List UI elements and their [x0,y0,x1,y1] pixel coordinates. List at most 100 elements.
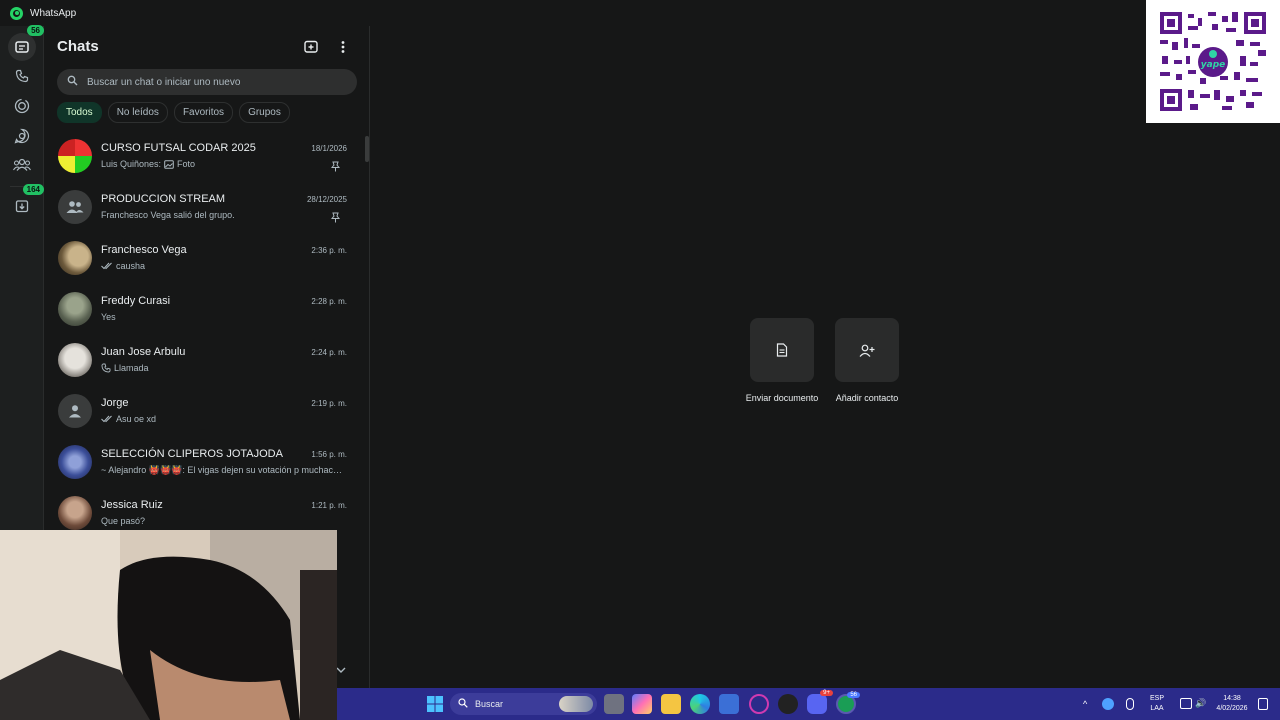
add-contact-button[interactable] [835,318,899,382]
main-panel: Enviar documento Añadir contacto [371,26,1280,688]
chat-sender: Luis Quiñones: [101,159,162,169]
file-explorer-icon[interactable] [661,694,681,714]
clock-date: 4/02/2026 [1216,705,1248,712]
chat-message: Asu oe xd [116,414,157,424]
chat-item[interactable]: Juan Jose Arbulu 2:24 p. m. Llamada [44,336,364,387]
title-bar: WhatsApp [0,0,1280,26]
chat-preview: Franchesco Vega salió del grupo. [101,210,346,220]
tray-chevron-icon[interactable]: ^ [1083,699,1087,709]
language-indicator[interactable]: ESP LAA [1148,694,1166,714]
filter-groups[interactable]: Grupos [239,102,290,123]
clock[interactable]: 14:38 4/02/2026 [1212,694,1252,714]
menu-button[interactable] [334,38,352,56]
window-title: WhatsApp [30,7,77,19]
taskbar-search[interactable]: Buscar [450,693,597,715]
chat-preview: causha [101,261,346,271]
filter-unread[interactable]: No leídos [107,102,168,123]
volume-icon[interactable]: 🔊 [1195,698,1206,708]
chat-message: Foto [177,159,196,169]
avatar [58,496,92,530]
chat-preview: Que pasó? [101,516,346,526]
chat-time: 18/1/2026 [311,144,347,153]
rail-calls-button[interactable] [8,62,36,90]
task-view-icon[interactable] [604,694,624,714]
notifications-icon[interactable] [1258,698,1268,710]
chat-name: SELECCIÓN CLIPEROS JOTAJODA [101,448,283,460]
phone-icon [101,363,111,373]
avatar [58,394,92,428]
whatsapp-taskbar-icon[interactable]: 56 [836,692,860,714]
filter-favorites[interactable]: Favoritos [173,102,234,123]
rail-communities-button[interactable] [8,151,36,179]
avatar [58,190,92,224]
copilot-icon[interactable] [632,694,652,714]
double-check-icon [101,262,112,270]
group-avatar-icon [66,201,84,213]
chat-name: Freddy Curasi [101,295,171,307]
add-contact-label: Añadir contacto [835,393,899,403]
chat-message: Franchesco Vega salió del grupo. [101,210,235,220]
chat-item[interactable]: Freddy Curasi 2:28 p. m. Yes [44,285,364,336]
rail-chats-button[interactable]: 56 [8,25,44,61]
search-input[interactable]: Buscar un chat o iniciar uno nuevo [57,69,357,95]
image-icon [164,159,174,169]
taskbar-search-label: Buscar [475,699,504,709]
chat-name: PRODUCCION STREAM [101,193,226,205]
chats-unread-badge: 56 [27,25,44,36]
windows-taskbar: Buscar 9+ 56 ^ ESP LAA 🔊 14:38 4/02/2026 [337,688,1280,720]
avatar [58,445,92,479]
chats-icon [15,41,29,53]
chat-time: 2:36 p. m. [311,246,347,255]
channels-icon [14,128,30,144]
rail-channels-button[interactable] [8,122,36,150]
edge-icon[interactable] [690,694,710,714]
chat-item[interactable]: Jorge 2:19 p. m. Asu oe xd [44,387,364,438]
whatsapp-badge: 56 [847,692,860,698]
chat-message: Que pasó? [101,516,146,526]
obs-icon[interactable] [778,694,798,714]
chat-item[interactable]: CURSO FUTSAL CODAR 2025 18/1/2026 Luis Q… [44,132,364,183]
avatar [58,292,92,326]
archived-badge: 164 [22,184,44,195]
phone-icon [15,69,29,83]
store-icon[interactable] [719,694,739,714]
app-icon[interactable] [749,694,769,714]
chat-time: 1:21 p. m. [311,501,347,510]
chat-preview: Asu oe xd [101,414,346,424]
qr-code-icon: yape [1160,12,1266,111]
chat-list-scrollbar[interactable] [365,136,369,162]
person-avatar-icon [69,405,81,418]
chat-preview: Luis Quiñones: Foto [101,159,346,169]
search-icon [67,75,78,89]
whatsapp-logo-icon [10,6,23,20]
search-placeholder: Buscar un chat o iniciar uno nuevo [87,76,241,88]
chat-list: CURSO FUTSAL CODAR 2025 18/1/2026 Luis Q… [44,132,364,540]
send-document-label: Enviar documento [745,393,819,403]
double-check-icon [101,415,112,423]
webcam-feed-image [0,530,337,720]
onedrive-icon[interactable] [1102,698,1114,710]
chat-time: 2:28 p. m. [311,297,347,306]
send-document-button[interactable] [750,318,814,382]
filter-all[interactable]: Todos [57,102,102,123]
rail-archived-button[interactable]: 164 [8,184,44,220]
microphone-icon[interactable] [1126,698,1134,710]
chat-time: 1:56 p. m. [311,450,347,459]
network-icon[interactable] [1180,698,1192,709]
rail-status-button[interactable] [8,92,36,120]
webcam-overlay [0,530,337,720]
chat-item[interactable]: SELECCIÓN CLIPEROS JOTAJODA 1:56 p. m. ~… [44,438,364,489]
clock-time: 14:38 [1223,695,1241,702]
start-button[interactable] [425,694,445,714]
scroll-down-button[interactable] [336,666,346,677]
chat-item[interactable]: PRODUCCION STREAM 28/12/2025 Franchesco … [44,183,364,234]
yape-logo-text: yape [1201,60,1226,70]
more-vertical-icon [341,41,345,53]
new-chat-button[interactable] [302,38,320,56]
chat-preview: ~ Alejandro 👹👹👹: El vigas dejen su votac… [101,465,346,476]
discord-icon[interactable]: 9+ [807,690,833,714]
chat-time: 2:24 p. m. [311,348,347,357]
windows-start-icon [427,696,443,712]
chat-item[interactable]: Franchesco Vega 2:36 p. m. causha [44,234,364,285]
chat-time: 28/12/2025 [306,195,347,204]
